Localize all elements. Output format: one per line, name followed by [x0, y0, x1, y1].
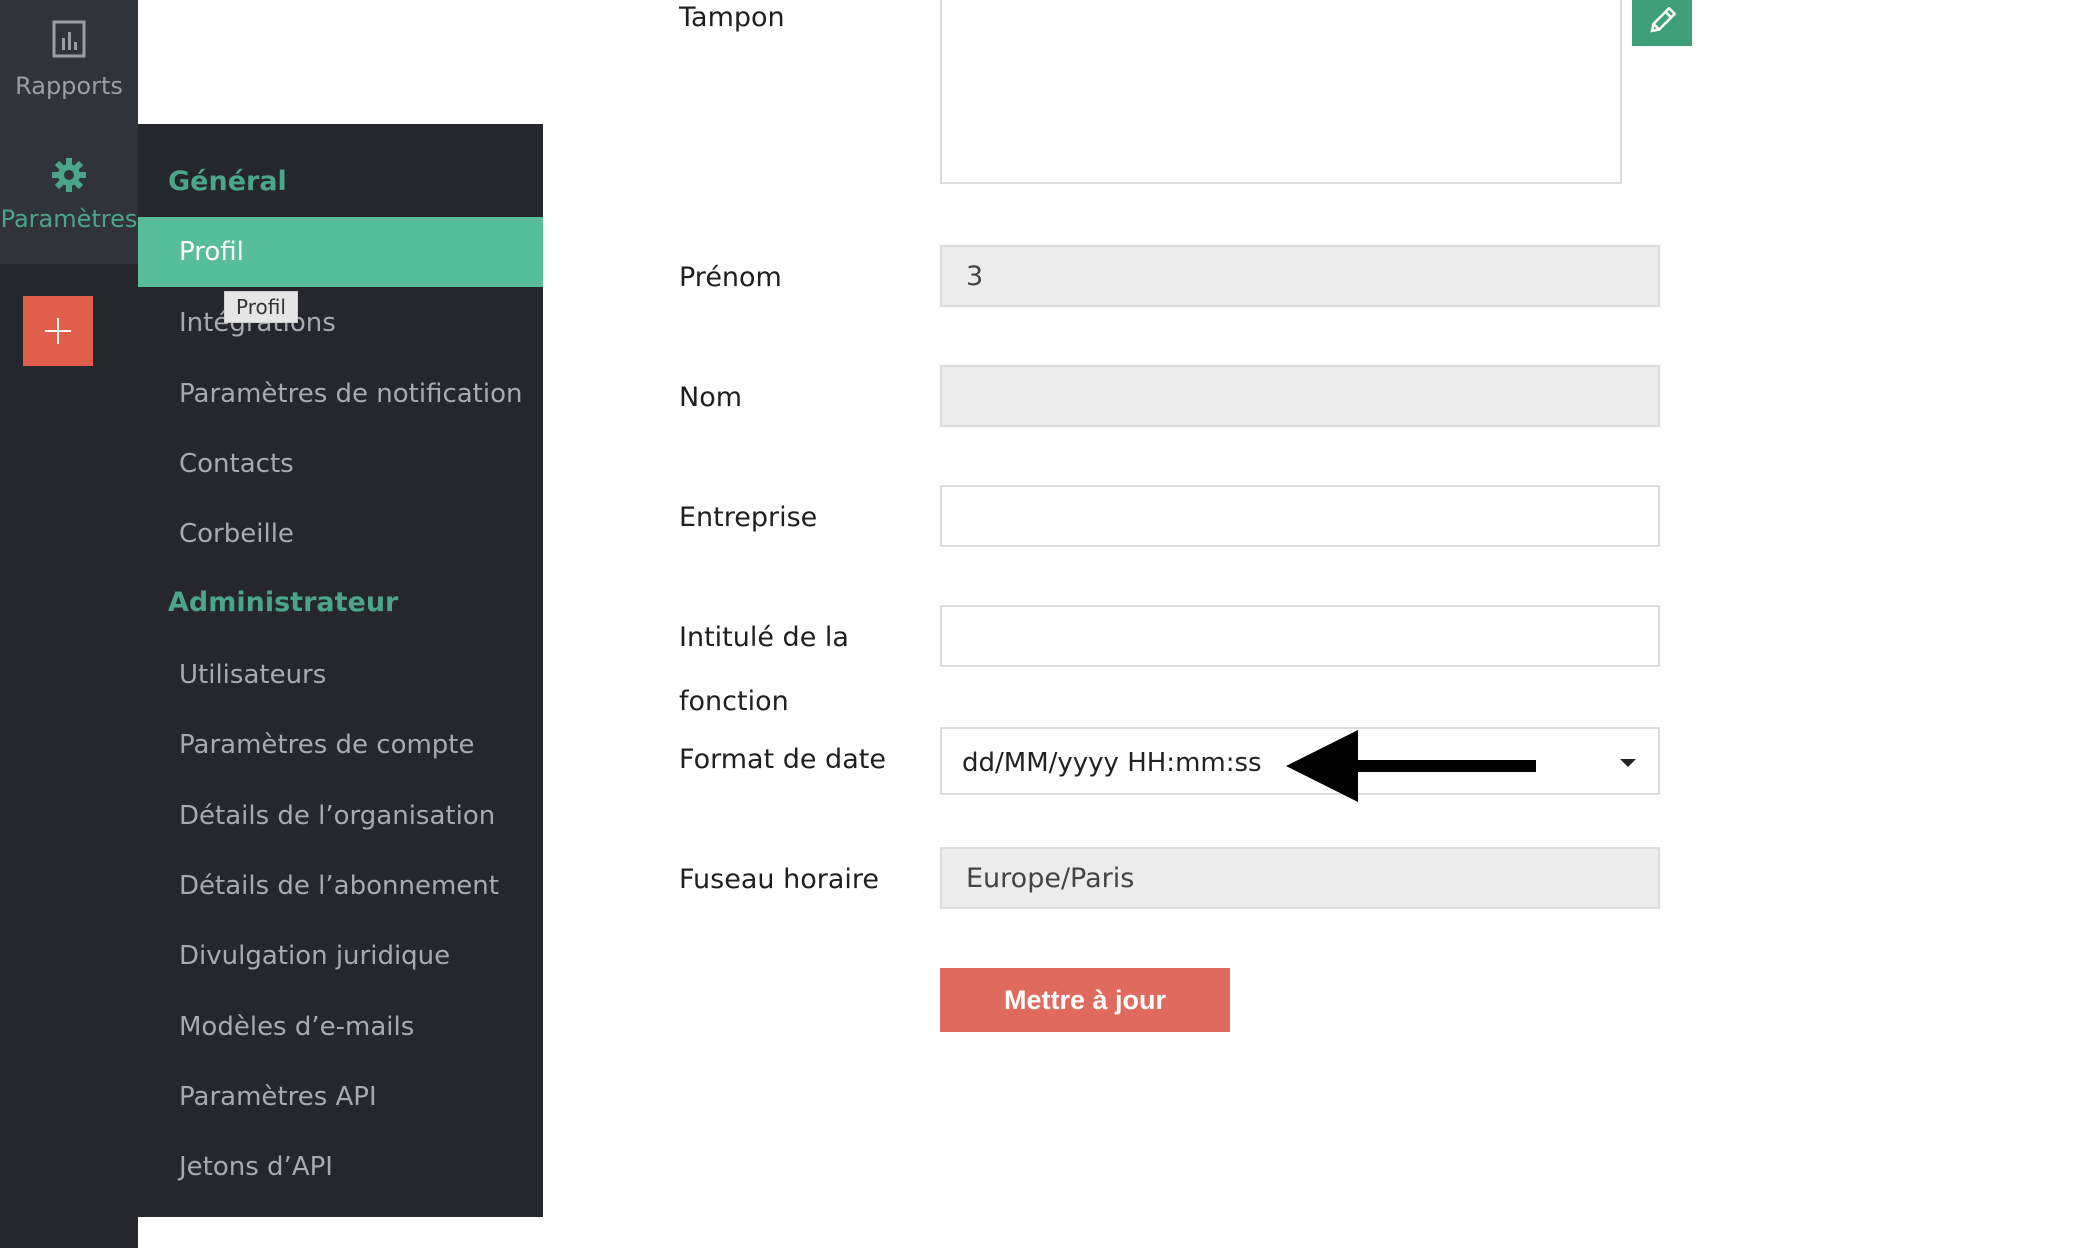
menu-item-contacts[interactable]: Contacts — [138, 429, 543, 499]
timezone-field[interactable]: Europe/Paris — [940, 847, 1660, 909]
plus-icon — [45, 318, 71, 344]
rail-label-settings: Paramètres — [0, 205, 138, 233]
arrow-left-icon — [1286, 730, 1536, 802]
date-format-value: dd/MM/yyyy HH:mm:ss — [962, 748, 1262, 778]
last-name-field[interactable] — [940, 365, 1660, 427]
date-format-label: Format de date — [679, 744, 886, 775]
first-name-label: Prénom — [679, 262, 782, 293]
stamp-area[interactable] — [940, 0, 1622, 184]
menu-item-account-settings[interactable]: Paramètres de compte — [138, 710, 543, 780]
menu-item-trash[interactable]: Corbeille — [138, 499, 543, 569]
job-title-field[interactable] — [940, 605, 1660, 667]
menu-item-organization-details[interactable]: Détails de l’organisation — [138, 781, 543, 851]
last-name-label: Nom — [679, 382, 743, 413]
section-title-admin: Administrateur — [168, 587, 399, 618]
chevron-down-icon — [1620, 759, 1636, 767]
rail-item-reports[interactable]: Rapports — [0, 0, 138, 124]
timezone-label: Fuseau horaire — [679, 864, 879, 895]
tooltip: Profil — [224, 291, 298, 323]
menu-item-users[interactable]: Utilisateurs — [138, 640, 543, 710]
rail-label-reports: Rapports — [15, 72, 123, 100]
menu-item-legal-disclosure[interactable]: Divulgation juridique — [138, 921, 543, 991]
menu-item-api-settings[interactable]: Paramètres API — [138, 1062, 543, 1132]
stamp-label: Tampon — [679, 2, 785, 33]
menu-item-email-templates[interactable]: Modèles d’e-mails — [138, 992, 543, 1062]
settings-submenu: Général Profil Intégrations Paramètres d… — [138, 124, 543, 1217]
menu-item-subscription-details[interactable]: Détails de l’abonnement — [138, 851, 543, 921]
section-title-general: Général — [168, 166, 287, 197]
menu-item-notification-settings[interactable]: Paramètres de notification — [138, 359, 543, 429]
job-title-label-line2: fonction — [679, 686, 789, 717]
pencil-icon — [1650, 7, 1676, 33]
reports-icon — [52, 20, 86, 64]
job-title-label-line1: Intitulé de la — [679, 622, 849, 653]
stamp-edit-button[interactable] — [1632, 0, 1692, 46]
update-button[interactable]: Mettre à jour — [940, 968, 1230, 1032]
menu-item-api-tokens[interactable]: Jetons d’API — [138, 1132, 543, 1202]
menu-item-integrations[interactable]: Intégrations — [138, 288, 543, 358]
company-label: Entreprise — [679, 502, 818, 533]
rail-item-settings[interactable]: Paramètres — [0, 124, 138, 264]
app-rail: Rapports Paramètres — [0, 0, 138, 1248]
gear-icon — [51, 157, 87, 199]
first-name-field[interactable]: 3 — [940, 245, 1660, 307]
company-field[interactable] — [940, 485, 1660, 547]
menu-item-profile[interactable]: Profil — [138, 217, 543, 287]
add-button[interactable] — [23, 296, 93, 366]
